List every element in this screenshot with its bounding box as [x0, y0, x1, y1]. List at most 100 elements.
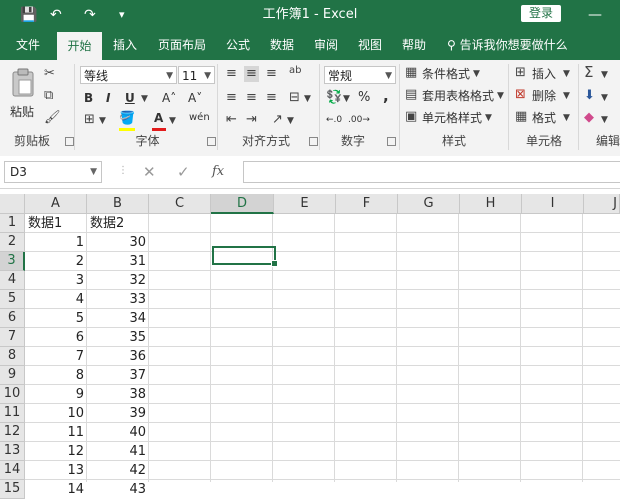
- row-header[interactable]: 8: [0, 347, 25, 366]
- chevron-down-icon[interactable]: ▼: [601, 67, 608, 83]
- formula-input[interactable]: [243, 161, 620, 183]
- insert-cells-button[interactable]: ⊞ 插入 ▼: [514, 65, 574, 83]
- increase-indent-icon[interactable]: ⇥: [246, 112, 257, 128]
- cell-a-value[interactable]: 7: [25, 347, 84, 366]
- row-header[interactable]: 3: [0, 252, 25, 271]
- row-header[interactable]: 7: [0, 328, 25, 347]
- cell-a-value[interactable]: 4: [25, 290, 84, 309]
- number-format-select[interactable]: 常规 ▼: [324, 66, 396, 84]
- border-icon[interactable]: ⊞: [84, 112, 95, 128]
- column-header-e[interactable]: E: [274, 194, 336, 214]
- cut-icon[interactable]: ✂: [44, 66, 55, 82]
- cell-b-value[interactable]: 31: [87, 252, 146, 271]
- column-header-c[interactable]: C: [149, 194, 211, 214]
- row-header[interactable]: 5: [0, 290, 25, 309]
- minimize-icon[interactable]: —: [588, 8, 602, 22]
- cell-styles-button[interactable]: ▣ 单元格样式 ▼: [404, 109, 504, 127]
- cell-b-value[interactable]: 36: [87, 347, 146, 366]
- row-header[interactable]: 12: [0, 423, 25, 442]
- row-header[interactable]: 14: [0, 461, 25, 480]
- orientation-icon[interactable]: ↗: [272, 112, 283, 128]
- fill-color-icon[interactable]: 🪣: [119, 111, 135, 127]
- delete-cells-button[interactable]: ⊠ 删除 ▼: [514, 87, 574, 105]
- font-size-select[interactable]: 11 ▼: [178, 66, 215, 84]
- row-header[interactable]: 1: [0, 214, 25, 233]
- cell-b-value[interactable]: 33: [87, 290, 146, 309]
- tell-me-search[interactable]: ⚲ 告诉我你想要做什么: [447, 30, 568, 60]
- font-launcher-icon[interactable]: [207, 137, 216, 146]
- tab-home[interactable]: 开始: [57, 32, 102, 60]
- align-left-icon[interactable]: ≡: [226, 90, 237, 106]
- align-center-icon[interactable]: ≡: [246, 90, 257, 106]
- cell-a-value[interactable]: 6: [25, 328, 84, 347]
- tab-data[interactable]: 数据: [262, 30, 302, 60]
- font-color-button[interactable]: A: [154, 110, 163, 126]
- currency-icon[interactable]: 💱: [326, 90, 342, 106]
- select-all-button[interactable]: [0, 194, 25, 214]
- align-middle-icon[interactable]: ≡: [244, 66, 259, 82]
- merge-center-icon[interactable]: ⊟: [289, 90, 300, 106]
- cell-a-value[interactable]: 3: [25, 271, 84, 290]
- cell-a-value[interactable]: 9: [25, 385, 84, 404]
- row-header[interactable]: 11: [0, 404, 25, 423]
- cell-a-value[interactable]: 12: [25, 442, 84, 461]
- cancel-icon[interactable]: ✕: [143, 162, 156, 182]
- active-cell-d3[interactable]: [212, 246, 278, 267]
- cell-a-value[interactable]: 14: [25, 480, 84, 499]
- column-header-d[interactable]: D: [211, 194, 274, 214]
- cell-b-value[interactable]: 40: [87, 423, 146, 442]
- italic-button[interactable]: I: [106, 90, 110, 106]
- cell-b-value[interactable]: 43: [87, 480, 146, 499]
- column-header-a[interactable]: A: [25, 194, 87, 214]
- copy-icon[interactable]: ⧉: [44, 88, 53, 104]
- row-header[interactable]: 15: [0, 480, 25, 499]
- column-header-j[interactable]: J: [584, 194, 620, 214]
- row-header[interactable]: 2: [0, 233, 25, 252]
- chevron-down-icon[interactable]: ▼: [304, 91, 311, 107]
- alignment-launcher-icon[interactable]: [309, 137, 318, 146]
- align-top-icon[interactable]: ≡: [226, 66, 237, 82]
- row-header[interactable]: 4: [0, 271, 25, 290]
- tab-help[interactable]: 帮助: [394, 30, 434, 60]
- tab-formulas[interactable]: 公式: [218, 30, 258, 60]
- column-header-b[interactable]: B: [87, 194, 149, 214]
- column-header-h[interactable]: H: [460, 194, 522, 214]
- fill-down-icon[interactable]: ⬇: [584, 88, 595, 104]
- align-bottom-icon[interactable]: ≡: [266, 66, 277, 82]
- login-button[interactable]: 登录: [521, 5, 561, 22]
- cell-b-value[interactable]: 41: [87, 442, 146, 461]
- tab-page-layout[interactable]: 页面布局: [150, 30, 214, 60]
- cell-a-value[interactable]: 1: [25, 233, 84, 252]
- decrease-decimal-button[interactable]: .00→: [348, 112, 370, 128]
- cell-b-value[interactable]: 42: [87, 461, 146, 480]
- wrap-text-icon[interactable]: ab: [289, 63, 301, 79]
- tab-insert[interactable]: 插入: [104, 30, 146, 60]
- column-header-f[interactable]: F: [336, 194, 398, 214]
- decrease-indent-icon[interactable]: ⇤: [226, 112, 237, 128]
- chevron-down-icon[interactable]: ▼: [141, 91, 148, 107]
- cell-a-value[interactable]: 5: [25, 309, 84, 328]
- font-name-select[interactable]: 等线 ▼: [80, 66, 177, 84]
- clear-icon[interactable]: ◆: [584, 110, 594, 126]
- cell-b-value[interactable]: 34: [87, 309, 146, 328]
- cell-b-value[interactable]: 30: [87, 233, 146, 252]
- underline-button[interactable]: U: [125, 90, 135, 106]
- cell-b-value[interactable]: 38: [87, 385, 146, 404]
- format-cells-button[interactable]: ▦ 格式 ▼: [514, 109, 574, 127]
- cell-area[interactable]: 数据1 数据2 1 30 2 31 3 32 4 33 5 34 6 35 7 …: [25, 214, 620, 497]
- number-launcher-icon[interactable]: [387, 137, 396, 146]
- percent-button[interactable]: %: [358, 90, 370, 106]
- cell-b-value[interactable]: 35: [87, 328, 146, 347]
- insert-function-icon[interactable]: fx: [212, 162, 224, 182]
- format-painter-icon[interactable]: 🖌: [44, 110, 61, 126]
- column-header-g[interactable]: G: [398, 194, 460, 214]
- cell-a-value[interactable]: 11: [25, 423, 84, 442]
- tab-view[interactable]: 视图: [350, 30, 390, 60]
- chevron-down-icon[interactable]: ▼: [287, 113, 294, 129]
- cell-b1[interactable]: 数据2: [90, 214, 148, 233]
- cell-a-value[interactable]: 10: [25, 404, 84, 423]
- row-header[interactable]: 10: [0, 385, 25, 404]
- column-header-i[interactable]: I: [522, 194, 584, 214]
- phonetic-button[interactable]: wén: [189, 110, 210, 126]
- bold-button[interactable]: B: [84, 90, 93, 106]
